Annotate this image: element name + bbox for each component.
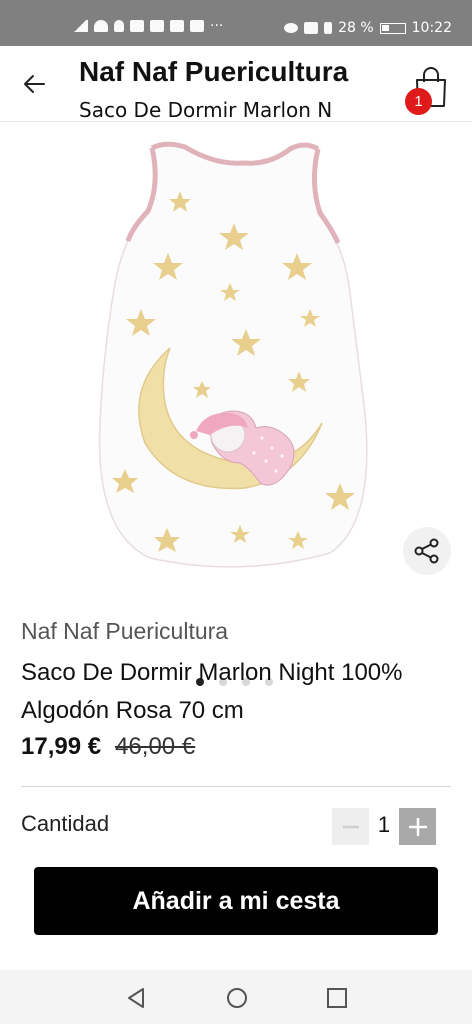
- divider: [21, 786, 451, 787]
- mail-icon: [190, 20, 204, 32]
- status-right-icons: 28 % 10:22: [284, 20, 452, 36]
- wifi-icon: [94, 20, 108, 32]
- add-to-cart-button[interactable]: Añadir a mi cesta: [34, 867, 438, 935]
- more-icon: ···: [210, 18, 224, 34]
- nav-home-icon[interactable]: [225, 986, 249, 1010]
- quantity-label: Cantidad: [21, 811, 110, 836]
- share-button[interactable]: [403, 527, 451, 575]
- page-subtitle: Saco De Dormir Marlon N: [79, 98, 333, 122]
- product-brand: Naf Naf Puericultura: [21, 618, 229, 644]
- signal-icon: [72, 20, 88, 32]
- status-bar: ··· 28 % 10:22: [0, 0, 472, 46]
- original-price: 46,00 €: [115, 733, 196, 760]
- price-row: 17,99 € 46,00 €: [21, 733, 195, 761]
- app-header: Naf Naf Puericultura Saco De Dormir Marl…: [0, 46, 472, 122]
- status-left-icons: ···: [72, 18, 224, 34]
- notification-icon: [114, 20, 124, 32]
- gallery-icon: [170, 20, 184, 32]
- quantity-increase-button[interactable]: [399, 808, 436, 845]
- gallery-icon: [150, 20, 164, 32]
- plus-icon: [408, 817, 427, 836]
- clock: 10:22: [411, 20, 452, 36]
- eye-icon: [284, 23, 299, 33]
- back-arrow-icon[interactable]: [18, 68, 50, 100]
- nav-recent-apps-icon[interactable]: [325, 986, 349, 1010]
- system-nav-bar: [0, 970, 472, 1024]
- current-price: 17,99 €: [21, 733, 102, 760]
- whatsapp-icon: [130, 20, 144, 32]
- sleeping-bag-product-image: [98, 141, 368, 568]
- nfc-icon: [304, 22, 319, 34]
- cart-count-badge: 1: [405, 88, 432, 115]
- product-gallery[interactable]: [0, 123, 472, 686]
- battery-percent: 28 %: [338, 20, 374, 36]
- page-title: Naf Naf Puericultura: [79, 56, 349, 87]
- battery-icon: [379, 22, 406, 34]
- bluetooth-icon: [324, 22, 333, 34]
- quantity-decrease-button[interactable]: [332, 808, 369, 845]
- minus-icon: [342, 825, 359, 828]
- quantity-value[interactable]: 1: [372, 812, 396, 838]
- share-icon: [414, 538, 439, 564]
- nav-back-icon[interactable]: [124, 986, 148, 1010]
- product-name: Saco De Dormir Marlon Night 100% Algodón…: [21, 659, 403, 724]
